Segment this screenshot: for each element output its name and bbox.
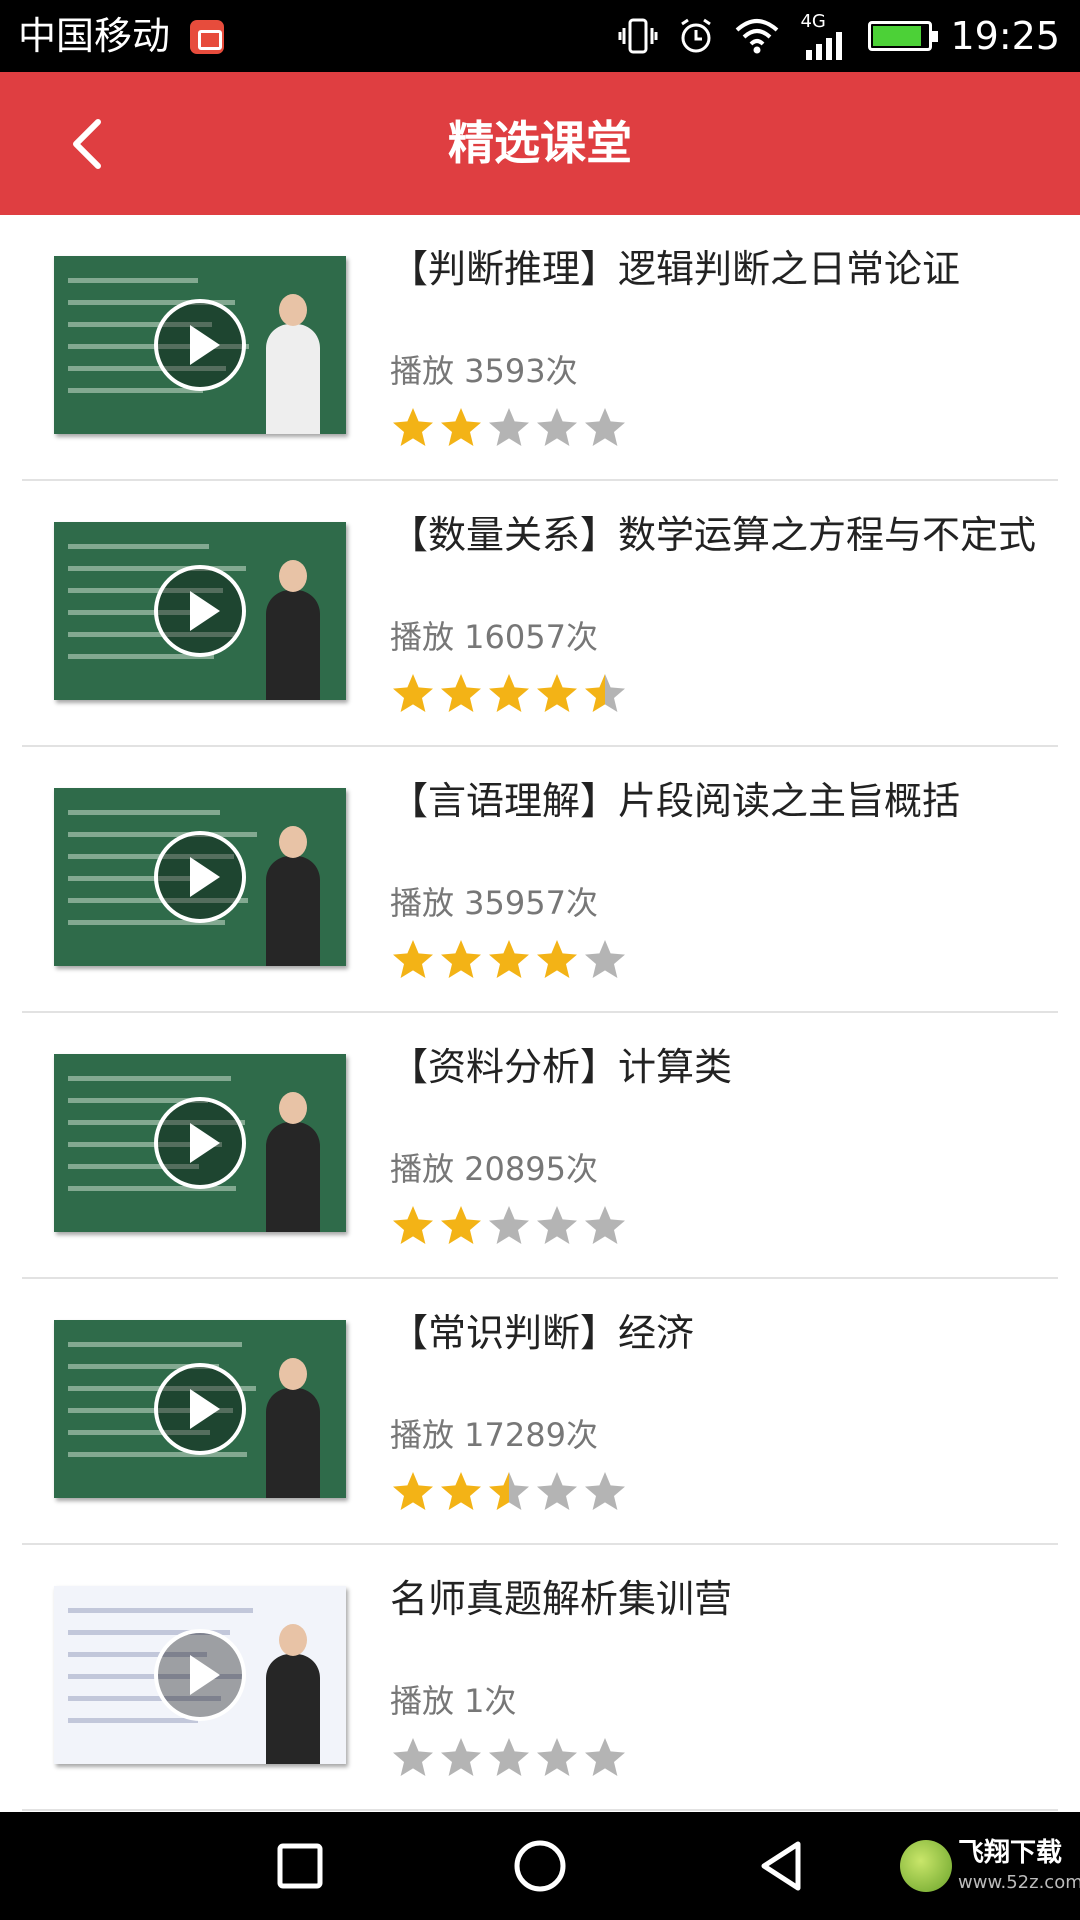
back-arrow-icon[interactable] [60, 112, 124, 176]
teacher-figure [266, 826, 320, 966]
play-count: 播放 20895次 [390, 1150, 598, 1188]
star-icon [585, 1738, 625, 1776]
battery-icon [868, 21, 939, 51]
star-icon [585, 1472, 625, 1510]
course-title[interactable]: 【常识判断】经济 [390, 1305, 694, 1361]
course-thumbnail[interactable] [54, 1586, 346, 1764]
star-icon [441, 1472, 481, 1510]
watermark-logo: 飞翔下载 www.52z.com [900, 1834, 1080, 1902]
course-item[interactable]: 【常识判断】经济播放 17289次 [0, 1279, 1080, 1545]
star-icon [393, 1206, 433, 1244]
play-icon[interactable] [152, 297, 248, 393]
header-bar: 精选课堂 [0, 72, 1080, 215]
home-icon[interactable] [510, 1836, 570, 1896]
watermark-url: www.52z.com [958, 1872, 1080, 1893]
navigation-bar: 飞翔下载 www.52z.com [0, 1812, 1080, 1920]
wifi-icon [736, 19, 779, 54]
course-thumbnail[interactable] [54, 256, 346, 434]
alarm-icon [681, 18, 712, 53]
star-icon [393, 1738, 433, 1776]
rating-stars [390, 671, 628, 717]
play-count: 播放 3593次 [390, 352, 578, 390]
recent-apps-icon[interactable] [270, 1836, 330, 1896]
star-icon [393, 408, 433, 446]
star-icon [585, 674, 625, 712]
course-title[interactable]: 【言语理解】片段阅读之主旨概括 [390, 773, 960, 829]
play-count: 播放 16057次 [390, 618, 598, 656]
course-item[interactable]: 【资料分析】计算类播放 20895次 [0, 1013, 1080, 1279]
star-icon [393, 1472, 433, 1510]
rating-stars [390, 1735, 628, 1781]
star-icon [441, 674, 481, 712]
star-icon [393, 674, 433, 712]
play-count: 播放 17289次 [390, 1416, 598, 1454]
star-icon [537, 674, 577, 712]
star-icon [441, 408, 481, 446]
star-icon [537, 1472, 577, 1510]
course-item[interactable]: 【判断推理】逻辑判断之日常论证播放 3593次 [0, 215, 1080, 481]
watermark-text: 飞翔下载 [958, 1838, 1063, 1868]
signal-icon [806, 32, 843, 60]
star-icon [441, 940, 481, 978]
course-list: 【判断推理】逻辑判断之日常论证播放 3593次【数量关系】数学运算之方程与不定式… [0, 215, 1080, 1811]
star-icon [393, 940, 433, 978]
teacher-figure [266, 1624, 320, 1764]
play-icon[interactable] [152, 1361, 248, 1457]
star-icon [537, 940, 577, 978]
course-title[interactable]: 【资料分析】计算类 [390, 1039, 732, 1095]
clock: 19:25 [950, 14, 1060, 58]
rating-stars [390, 1469, 628, 1515]
course-thumbnail[interactable] [54, 522, 346, 700]
carrier-label: 中国移动 [18, 14, 171, 58]
star-icon [537, 408, 577, 446]
star-icon [489, 674, 529, 712]
rating-stars [390, 937, 628, 983]
star-icon [489, 1472, 529, 1510]
star-icon [585, 1206, 625, 1244]
star-icon [489, 1738, 529, 1776]
teacher-figure [266, 294, 320, 434]
watermark-leaf-icon [900, 1840, 952, 1892]
page-title: 精选课堂 [448, 116, 632, 170]
course-item[interactable]: 名师真题解析集训营播放 1次 [0, 1545, 1080, 1811]
star-icon [537, 1738, 577, 1776]
course-item[interactable]: 【言语理解】片段阅读之主旨概括播放 35957次 [0, 747, 1080, 1013]
star-icon [537, 1206, 577, 1244]
status-icons: 4G 19:25 [618, 10, 1060, 62]
play-icon[interactable] [152, 1095, 248, 1191]
teacher-figure [266, 1358, 320, 1498]
star-icon [441, 1738, 481, 1776]
play-icon[interactable] [152, 1627, 248, 1723]
rating-stars [390, 405, 628, 451]
status-bar: 中国移动 4G 19:25 [0, 0, 1080, 72]
course-title[interactable]: 名师真题解析集训营 [390, 1571, 732, 1627]
back-nav-icon[interactable] [752, 1836, 812, 1896]
star-icon [489, 940, 529, 978]
course-thumbnail[interactable] [54, 1054, 346, 1232]
teacher-figure [266, 560, 320, 700]
teacher-figure [266, 1092, 320, 1232]
star-icon [585, 940, 625, 978]
divider [22, 1809, 1058, 1811]
star-icon [489, 1206, 529, 1244]
play-count: 播放 35957次 [390, 884, 598, 922]
course-thumbnail[interactable] [54, 788, 346, 966]
play-count: 播放 1次 [390, 1682, 517, 1720]
star-icon [585, 408, 625, 446]
course-item[interactable]: 【数量关系】数学运算之方程与不定式播放 16057次 [0, 481, 1080, 747]
vibrate-icon [618, 18, 658, 54]
network-type-label: 4G [798, 12, 850, 60]
play-icon[interactable] [152, 563, 248, 659]
course-title[interactable]: 【判断推理】逻辑判断之日常论证 [390, 241, 960, 297]
rating-stars [390, 1203, 628, 1249]
notification-icon [190, 20, 224, 54]
play-icon[interactable] [152, 829, 248, 925]
star-icon [489, 408, 529, 446]
star-icon [441, 1206, 481, 1244]
course-thumbnail[interactable] [54, 1320, 346, 1498]
course-title[interactable]: 【数量关系】数学运算之方程与不定式 [390, 507, 1036, 563]
